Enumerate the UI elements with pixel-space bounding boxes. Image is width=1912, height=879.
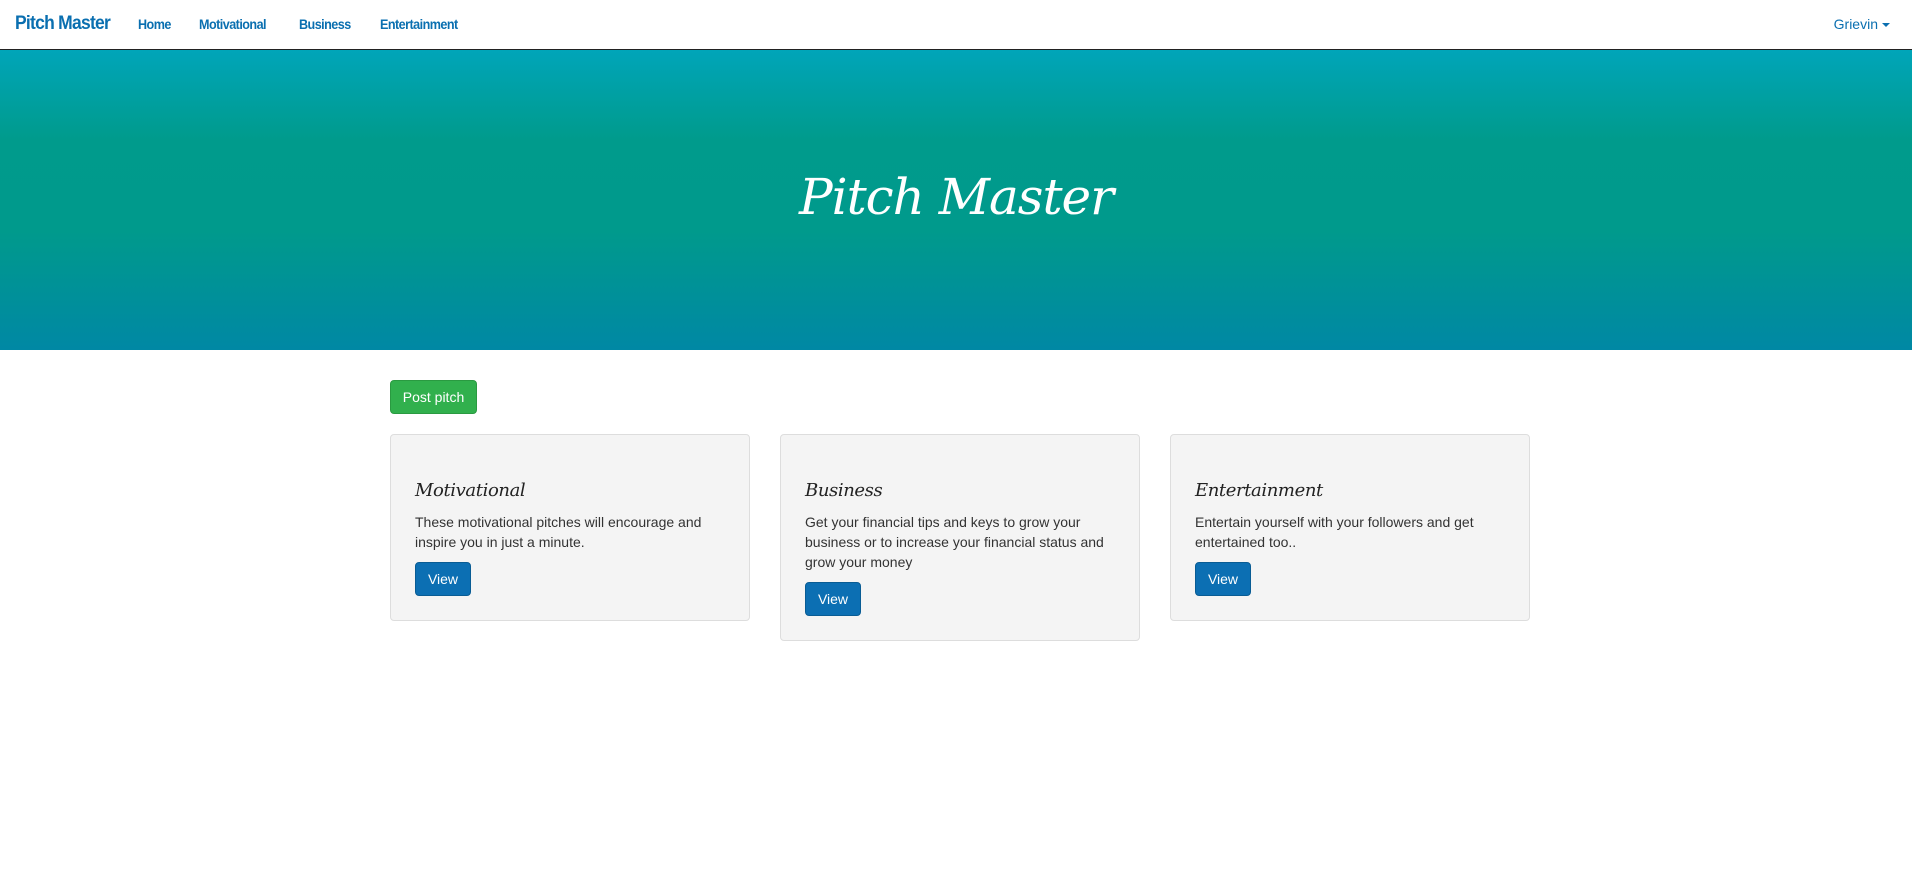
category-card-motivational: Motivational These motivational pitches … (390, 434, 750, 621)
view-motivational-button[interactable]: View (415, 562, 471, 596)
view-entertainment-button[interactable]: View (1195, 562, 1251, 596)
nav-link-business[interactable]: Business (299, 16, 351, 32)
nav-link-home[interactable]: Home (138, 16, 171, 32)
user-dropdown[interactable]: Grievin (1834, 16, 1890, 32)
caret-down-icon (1882, 23, 1890, 28)
category-card-business: Business Get your financial tips and key… (780, 434, 1140, 641)
card-description: Get your financial tips and keys to grow… (805, 514, 1104, 570)
nav-link-motivational[interactable]: Motivational (199, 16, 267, 32)
top-navbar: Pitch Master Home Motivational Business … (0, 0, 1912, 50)
card-description: Entertain yourself with your followers a… (1195, 514, 1474, 550)
card-title: Business (805, 480, 883, 501)
hero-title: Pitch Master (798, 168, 1114, 226)
category-card-entertainment: Entertainment Entertain yourself with yo… (1170, 434, 1530, 621)
hero-banner: Pitch Master (0, 50, 1912, 350)
card-description: These motivational pitches will encourag… (415, 514, 702, 550)
nav-link-entertainment[interactable]: Entertainment (380, 16, 458, 32)
post-pitch-button[interactable]: Post pitch (390, 380, 477, 414)
view-business-button[interactable]: View (805, 582, 861, 616)
card-title: Entertainment (1195, 480, 1323, 501)
brand-link[interactable]: Pitch Master (15, 13, 111, 35)
card-title: Motivational (415, 480, 526, 501)
user-name: Grievin (1833, 16, 1878, 32)
